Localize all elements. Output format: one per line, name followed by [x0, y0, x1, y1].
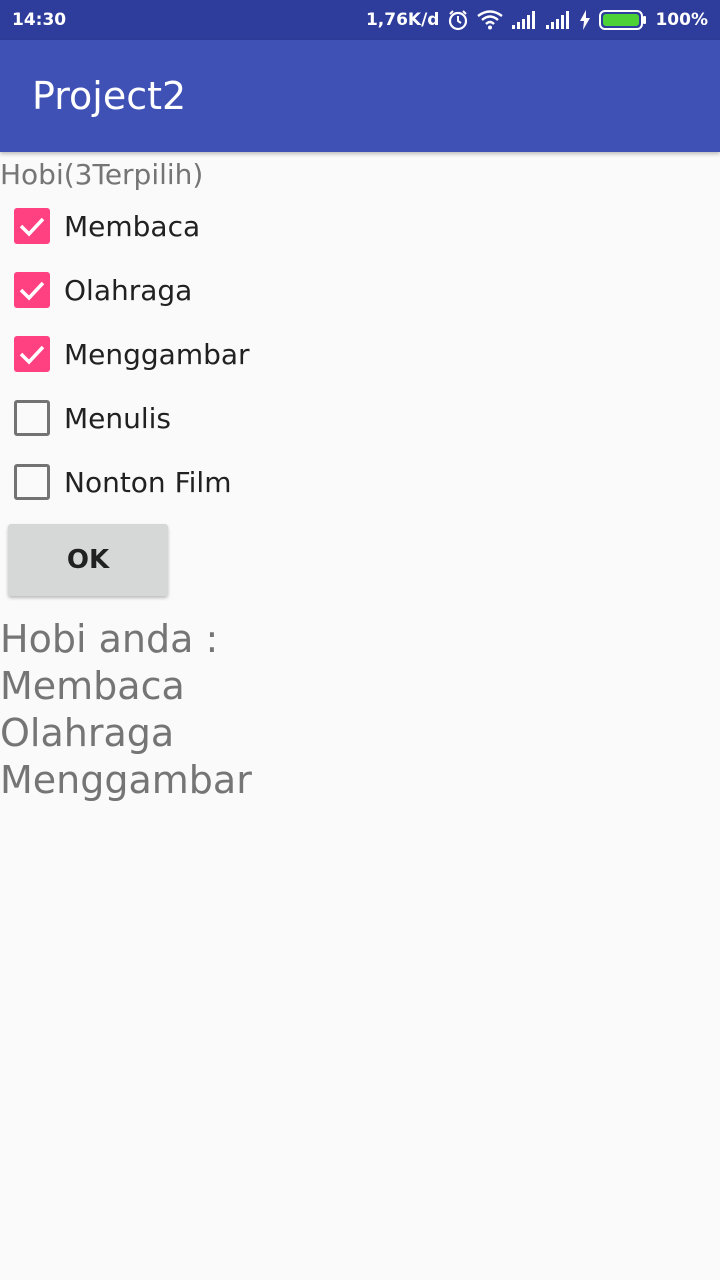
- checkbox-checked-icon[interactable]: [14, 208, 50, 244]
- status-icons: 1,76K/d 100%: [366, 9, 708, 31]
- result-text: Hobi anda : Membaca Olahraga Menggambar: [0, 616, 252, 804]
- checkbox-checked-icon[interactable]: [14, 272, 50, 308]
- status-bar: 14:30 1,76K/d 100%: [0, 0, 720, 40]
- checkbox-unchecked-icon[interactable]: [14, 400, 50, 436]
- checkbox-checked-icon[interactable]: [14, 336, 50, 372]
- checkbox-label: Nonton Film: [64, 465, 232, 499]
- checkbox-label: Olahraga: [64, 273, 193, 307]
- status-time: 14:30: [12, 10, 67, 30]
- checkbox-olahraga[interactable]: Olahraga: [0, 258, 400, 322]
- checkbox-menggambar[interactable]: Menggambar: [0, 322, 400, 386]
- result-line: Olahraga: [0, 711, 175, 755]
- result-line: Menggambar: [0, 758, 252, 802]
- result-line: Membaca: [0, 664, 185, 708]
- checkbox-label: Menulis: [64, 401, 172, 435]
- wifi-icon: [477, 10, 504, 30]
- alarm-icon: [447, 9, 469, 31]
- signal-icon: [511, 11, 537, 29]
- checkbox-unchecked-icon[interactable]: [14, 464, 50, 500]
- checkbox-label: Menggambar: [64, 337, 250, 371]
- checkbox-menulis[interactable]: Menulis: [0, 386, 400, 450]
- app-title: Project2: [32, 74, 187, 118]
- checkbox-nonton-film[interactable]: Nonton Film: [0, 450, 400, 514]
- hobby-heading: Hobi(3Terpilih): [0, 158, 204, 191]
- charging-icon: [579, 10, 591, 30]
- ok-button[interactable]: OK: [8, 524, 168, 596]
- app-bar: Project2: [0, 40, 720, 152]
- network-speed: 1,76K/d: [365, 10, 440, 30]
- checkbox-label: Membaca: [64, 209, 201, 243]
- result-line: Hobi anda :: [0, 617, 219, 661]
- signal-icon: [545, 11, 571, 29]
- battery-icon: [599, 10, 647, 30]
- checkbox-membaca[interactable]: Membaca: [0, 194, 400, 258]
- battery-percent: 100%: [655, 10, 708, 30]
